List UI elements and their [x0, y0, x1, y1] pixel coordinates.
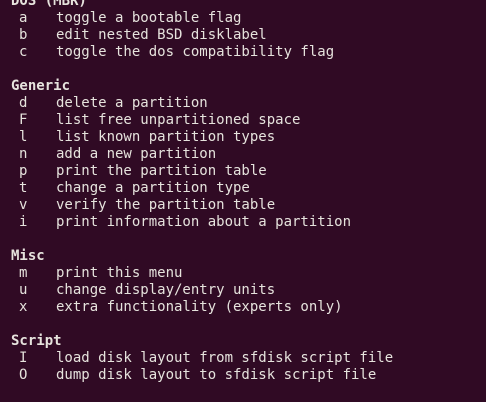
command-description: toggle a bootable flag — [56, 10, 242, 26]
command-description: dump disk layout to sfdisk script file — [56, 367, 377, 383]
command-description: change a partition type — [56, 180, 250, 196]
section-generic: Generic d delete a partition F list free… — [11, 78, 486, 231]
command-line: c toggle the dos compatibility flag — [11, 44, 486, 61]
command-line: m print this menu — [11, 265, 486, 282]
command-key: b — [19, 27, 28, 43]
section-dos-mbr: DOS (MBR) a toggle a bootable flag b edi… — [11, 0, 486, 61]
command-description: print information about a partition — [56, 214, 352, 230]
command-description: print the partition table — [56, 163, 267, 179]
command-key: O — [19, 367, 28, 383]
command-line: F list free unpartitioned space — [11, 112, 486, 129]
command-line: b edit nested BSD disklabel — [11, 27, 486, 44]
command-key: u — [19, 282, 28, 298]
command-key: t — [19, 180, 28, 196]
command-description: verify the partition table — [56, 197, 276, 213]
command-line: i print information about a partition — [11, 214, 486, 231]
command-key: m — [19, 265, 28, 281]
section-script: Script I load disk layout from sfdisk sc… — [11, 333, 486, 384]
command-key: n — [19, 146, 28, 162]
command-line: d delete a partition — [11, 95, 486, 112]
command-key: p — [19, 163, 28, 179]
command-description: edit nested BSD disklabel — [56, 27, 267, 43]
command-key: a — [19, 10, 28, 26]
command-key: F — [19, 112, 28, 128]
command-line: x extra functionality (experts only) — [11, 299, 486, 316]
section-title: DOS (MBR) — [11, 0, 87, 9]
command-description: list known partition types — [56, 129, 276, 145]
command-line: l list known partition types — [11, 129, 486, 146]
command-line: v verify the partition table — [11, 197, 486, 214]
command-line: n add a new partition — [11, 146, 486, 163]
command-description: extra functionality (experts only) — [56, 299, 343, 315]
command-description: toggle the dos compatibility flag — [56, 44, 335, 60]
command-key: d — [19, 95, 28, 111]
command-description: load disk layout from sfdisk script file — [56, 350, 394, 366]
command-description: print this menu — [56, 265, 183, 281]
section-title: Script — [11, 333, 62, 349]
section-misc: Misc m print this menu u change display/… — [11, 248, 486, 316]
command-key: i — [19, 214, 28, 230]
command-description: add a new partition — [56, 146, 217, 162]
section-title: Generic — [11, 78, 71, 94]
section-title: Misc — [11, 248, 45, 264]
command-key: v — [19, 197, 28, 213]
command-line: u change display/entry units — [11, 282, 486, 299]
command-key: l — [19, 129, 28, 145]
command-line: a toggle a bootable flag — [11, 10, 486, 27]
command-description: delete a partition — [56, 95, 208, 111]
command-description: list free unpartitioned space — [56, 112, 301, 128]
terminal-window: DOS (MBR) a toggle a bootable flag b edi… — [0, 0, 486, 395]
command-key: I — [19, 350, 28, 366]
command-line: I load disk layout from sfdisk script fi… — [11, 350, 486, 367]
command-line: p print the partition table — [11, 163, 486, 180]
command-line: O dump disk layout to sfdisk script file — [11, 367, 486, 384]
command-description: change display/entry units — [56, 282, 276, 298]
command-line: t change a partition type — [11, 180, 486, 197]
command-key: x — [19, 299, 28, 315]
command-key: c — [19, 44, 28, 60]
